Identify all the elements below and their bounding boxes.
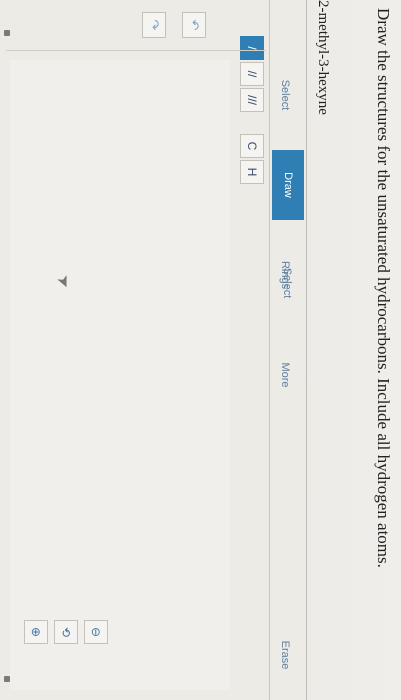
scroll-right-handle[interactable] (4, 676, 10, 682)
sketcher-frame: Select Select Draw Rings More Erase / //… (0, 0, 307, 700)
tab-divider (269, 0, 270, 700)
left-control-bar: ↶ ↷ (6, 0, 266, 51)
cursor-arrow-icon: ➤ (53, 272, 75, 292)
undo-icon[interactable]: ↶ (182, 12, 206, 38)
tab-erase[interactable]: Erase (272, 620, 298, 690)
sketcher-page: Draw the structures for the unsaturated … (0, 0, 401, 700)
triple-bond-tool[interactable]: /// (240, 88, 264, 112)
zoom-reset-icon[interactable]: ⟲ (54, 620, 78, 644)
redo-icon[interactable]: ↷ (142, 12, 166, 38)
compound-name: 2-methyl-3-hexyne (315, 0, 331, 115)
tab-select-label[interactable]: Select (272, 60, 298, 130)
drawing-canvas[interactable]: ➤ (10, 60, 230, 690)
double-bond-tool[interactable]: // (240, 62, 264, 86)
tab-draw[interactable]: Draw (272, 150, 304, 220)
bond-atom-toolbar: / // /// C H (236, 0, 266, 700)
hydrogen-atom-tool[interactable]: H (240, 160, 264, 184)
tab-more[interactable]: More (272, 340, 298, 410)
carbon-atom-tool[interactable]: C (240, 134, 264, 158)
zoom-in-icon[interactable]: ⊕ (24, 620, 48, 644)
scroll-left-handle[interactable] (4, 30, 10, 36)
question-text: Draw the structures for the unsaturated … (374, 8, 393, 568)
zoom-out-icon[interactable]: ⊖ (84, 620, 108, 644)
tab-rings[interactable]: Rings (272, 240, 298, 310)
